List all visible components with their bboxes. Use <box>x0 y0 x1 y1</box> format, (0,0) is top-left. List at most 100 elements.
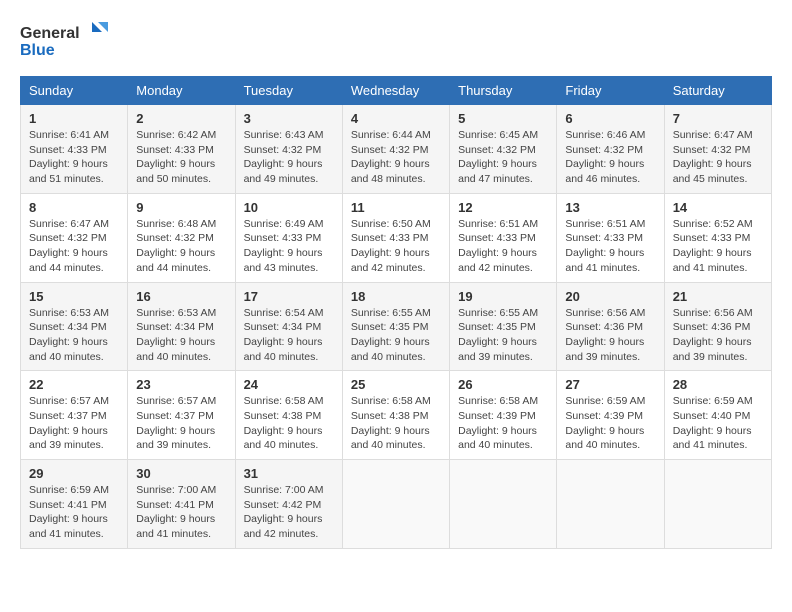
day-number: 3 <box>244 111 334 126</box>
calendar-cell: 1 Sunrise: 6:41 AM Sunset: 4:33 PM Dayli… <box>21 105 128 194</box>
day-number: 18 <box>351 289 441 304</box>
weekday-header: Wednesday <box>342 77 449 105</box>
calendar-cell: 4 Sunrise: 6:44 AM Sunset: 4:32 PM Dayli… <box>342 105 449 194</box>
day-info: Sunrise: 6:57 AM Sunset: 4:37 PM Dayligh… <box>136 395 216 451</box>
day-number: 12 <box>458 200 548 215</box>
calendar-week-row: 15 Sunrise: 6:53 AM Sunset: 4:34 PM Dayl… <box>21 282 772 371</box>
page-header: General Blue <box>20 20 772 60</box>
calendar-cell: 24 Sunrise: 6:58 AM Sunset: 4:38 PM Dayl… <box>235 371 342 460</box>
day-info: Sunrise: 6:41 AM Sunset: 4:33 PM Dayligh… <box>29 129 109 185</box>
calendar-cell: 19 Sunrise: 6:55 AM Sunset: 4:35 PM Dayl… <box>450 282 557 371</box>
day-number: 5 <box>458 111 548 126</box>
calendar-cell: 26 Sunrise: 6:58 AM Sunset: 4:39 PM Dayl… <box>450 371 557 460</box>
day-info: Sunrise: 6:56 AM Sunset: 4:36 PM Dayligh… <box>565 307 645 363</box>
calendar-body: 1 Sunrise: 6:41 AM Sunset: 4:33 PM Dayli… <box>21 105 772 549</box>
day-info: Sunrise: 6:49 AM Sunset: 4:33 PM Dayligh… <box>244 218 324 274</box>
calendar-cell: 7 Sunrise: 6:47 AM Sunset: 4:32 PM Dayli… <box>664 105 771 194</box>
day-number: 14 <box>673 200 763 215</box>
calendar-cell <box>664 460 771 549</box>
day-info: Sunrise: 6:48 AM Sunset: 4:32 PM Dayligh… <box>136 218 216 274</box>
day-info: Sunrise: 6:59 AM Sunset: 4:39 PM Dayligh… <box>565 395 645 451</box>
day-number: 1 <box>29 111 119 126</box>
day-info: Sunrise: 6:54 AM Sunset: 4:34 PM Dayligh… <box>244 307 324 363</box>
day-number: 25 <box>351 377 441 392</box>
calendar-cell: 9 Sunrise: 6:48 AM Sunset: 4:32 PM Dayli… <box>128 193 235 282</box>
weekday-header: Sunday <box>21 77 128 105</box>
calendar-cell: 3 Sunrise: 6:43 AM Sunset: 4:32 PM Dayli… <box>235 105 342 194</box>
day-info: Sunrise: 6:43 AM Sunset: 4:32 PM Dayligh… <box>244 129 324 185</box>
day-number: 15 <box>29 289 119 304</box>
calendar-cell: 12 Sunrise: 6:51 AM Sunset: 4:33 PM Dayl… <box>450 193 557 282</box>
day-number: 8 <box>29 200 119 215</box>
day-number: 26 <box>458 377 548 392</box>
day-info: Sunrise: 7:00 AM Sunset: 4:42 PM Dayligh… <box>244 484 324 540</box>
day-info: Sunrise: 6:52 AM Sunset: 4:33 PM Dayligh… <box>673 218 753 274</box>
day-number: 4 <box>351 111 441 126</box>
day-info: Sunrise: 6:53 AM Sunset: 4:34 PM Dayligh… <box>29 307 109 363</box>
weekday-header: Tuesday <box>235 77 342 105</box>
day-number: 27 <box>565 377 655 392</box>
day-number: 23 <box>136 377 226 392</box>
calendar-cell: 31 Sunrise: 7:00 AM Sunset: 4:42 PM Dayl… <box>235 460 342 549</box>
day-number: 30 <box>136 466 226 481</box>
calendar-table: SundayMondayTuesdayWednesdayThursdayFrid… <box>20 76 772 549</box>
day-info: Sunrise: 6:45 AM Sunset: 4:32 PM Dayligh… <box>458 129 538 185</box>
day-info: Sunrise: 6:42 AM Sunset: 4:33 PM Dayligh… <box>136 129 216 185</box>
calendar-week-row: 1 Sunrise: 6:41 AM Sunset: 4:33 PM Dayli… <box>21 105 772 194</box>
logo: General Blue <box>20 20 110 60</box>
day-info: Sunrise: 6:59 AM Sunset: 4:41 PM Dayligh… <box>29 484 109 540</box>
day-number: 9 <box>136 200 226 215</box>
day-info: Sunrise: 6:57 AM Sunset: 4:37 PM Dayligh… <box>29 395 109 451</box>
day-number: 28 <box>673 377 763 392</box>
logo-svg: General Blue <box>20 20 110 60</box>
day-number: 20 <box>565 289 655 304</box>
day-number: 13 <box>565 200 655 215</box>
calendar-week-row: 8 Sunrise: 6:47 AM Sunset: 4:32 PM Dayli… <box>21 193 772 282</box>
day-number: 21 <box>673 289 763 304</box>
weekday-header: Saturday <box>664 77 771 105</box>
day-number: 7 <box>673 111 763 126</box>
calendar-cell: 11 Sunrise: 6:50 AM Sunset: 4:33 PM Dayl… <box>342 193 449 282</box>
calendar-cell <box>342 460 449 549</box>
day-number: 31 <box>244 466 334 481</box>
calendar-cell: 25 Sunrise: 6:58 AM Sunset: 4:38 PM Dayl… <box>342 371 449 460</box>
day-number: 16 <box>136 289 226 304</box>
day-info: Sunrise: 6:56 AM Sunset: 4:36 PM Dayligh… <box>673 307 753 363</box>
svg-text:Blue: Blue <box>20 42 55 59</box>
day-info: Sunrise: 6:58 AM Sunset: 4:39 PM Dayligh… <box>458 395 538 451</box>
calendar-cell: 14 Sunrise: 6:52 AM Sunset: 4:33 PM Dayl… <box>664 193 771 282</box>
day-info: Sunrise: 6:53 AM Sunset: 4:34 PM Dayligh… <box>136 307 216 363</box>
calendar-cell: 21 Sunrise: 6:56 AM Sunset: 4:36 PM Dayl… <box>664 282 771 371</box>
day-number: 29 <box>29 466 119 481</box>
calendar-cell: 16 Sunrise: 6:53 AM Sunset: 4:34 PM Dayl… <box>128 282 235 371</box>
day-info: Sunrise: 6:55 AM Sunset: 4:35 PM Dayligh… <box>351 307 431 363</box>
weekday-header: Friday <box>557 77 664 105</box>
day-number: 2 <box>136 111 226 126</box>
calendar-cell: 6 Sunrise: 6:46 AM Sunset: 4:32 PM Dayli… <box>557 105 664 194</box>
calendar-cell: 17 Sunrise: 6:54 AM Sunset: 4:34 PM Dayl… <box>235 282 342 371</box>
day-info: Sunrise: 6:51 AM Sunset: 4:33 PM Dayligh… <box>565 218 645 274</box>
calendar-cell: 5 Sunrise: 6:45 AM Sunset: 4:32 PM Dayli… <box>450 105 557 194</box>
day-number: 22 <box>29 377 119 392</box>
calendar-cell: 8 Sunrise: 6:47 AM Sunset: 4:32 PM Dayli… <box>21 193 128 282</box>
calendar-cell: 30 Sunrise: 7:00 AM Sunset: 4:41 PM Dayl… <box>128 460 235 549</box>
calendar-cell <box>450 460 557 549</box>
day-number: 10 <box>244 200 334 215</box>
day-info: Sunrise: 6:44 AM Sunset: 4:32 PM Dayligh… <box>351 129 431 185</box>
calendar-cell: 27 Sunrise: 6:59 AM Sunset: 4:39 PM Dayl… <box>557 371 664 460</box>
weekday-header: Monday <box>128 77 235 105</box>
calendar-cell: 18 Sunrise: 6:55 AM Sunset: 4:35 PM Dayl… <box>342 282 449 371</box>
day-number: 11 <box>351 200 441 215</box>
day-info: Sunrise: 6:55 AM Sunset: 4:35 PM Dayligh… <box>458 307 538 363</box>
day-info: Sunrise: 6:58 AM Sunset: 4:38 PM Dayligh… <box>351 395 431 451</box>
svg-text:General: General <box>20 25 80 42</box>
calendar-cell: 23 Sunrise: 6:57 AM Sunset: 4:37 PM Dayl… <box>128 371 235 460</box>
day-number: 17 <box>244 289 334 304</box>
day-info: Sunrise: 6:51 AM Sunset: 4:33 PM Dayligh… <box>458 218 538 274</box>
day-number: 24 <box>244 377 334 392</box>
day-info: Sunrise: 6:59 AM Sunset: 4:40 PM Dayligh… <box>673 395 753 451</box>
weekday-header: Thursday <box>450 77 557 105</box>
day-info: Sunrise: 6:46 AM Sunset: 4:32 PM Dayligh… <box>565 129 645 185</box>
day-info: Sunrise: 6:47 AM Sunset: 4:32 PM Dayligh… <box>673 129 753 185</box>
calendar-cell: 22 Sunrise: 6:57 AM Sunset: 4:37 PM Dayl… <box>21 371 128 460</box>
